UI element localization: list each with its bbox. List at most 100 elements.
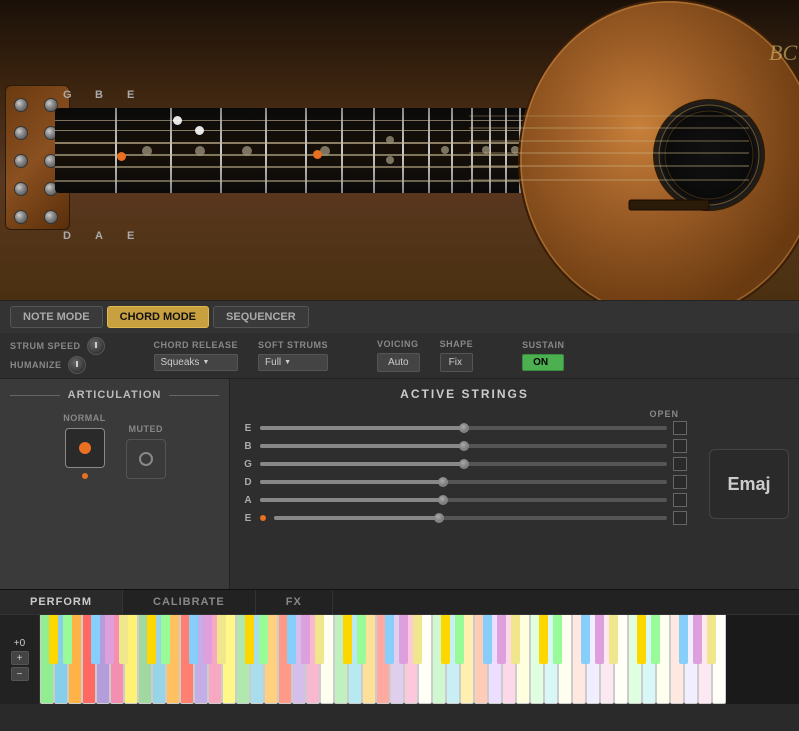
g-string-slider[interactable]: [260, 462, 667, 466]
piano-black-key[interactable]: [203, 615, 212, 664]
normal-dot-icon: [79, 442, 91, 454]
tuning-peg[interactable]: [14, 98, 28, 112]
string-name-b: B: [242, 441, 254, 452]
chord-mode-button[interactable]: CHORD MODE: [107, 306, 209, 328]
piano-black-key[interactable]: [287, 615, 296, 664]
piano-black-key[interactable]: [399, 615, 408, 664]
piano-black-key[interactable]: [161, 615, 170, 664]
e-string-checkbox[interactable]: [673, 421, 687, 435]
piano-black-key[interactable]: [217, 615, 226, 664]
d-string-slider[interactable]: [260, 480, 667, 484]
tuning-peg[interactable]: [14, 210, 28, 224]
piano-black-key[interactable]: [581, 615, 590, 664]
calibrate-tab[interactable]: CALIBRATE: [123, 590, 256, 614]
piano-black-key[interactable]: [553, 615, 562, 664]
slider-thumb: [459, 441, 469, 451]
active-strings-title: ACTIVE STRINGS: [242, 387, 687, 401]
note-dot: [195, 126, 204, 135]
piano-black-key[interactable]: [441, 615, 450, 664]
piano-black-key[interactable]: [651, 615, 660, 664]
b-string-slider[interactable]: [260, 444, 667, 448]
piano-black-key[interactable]: [539, 615, 548, 664]
piano-black-key[interactable]: [245, 615, 254, 664]
piano-black-key[interactable]: [147, 615, 156, 664]
piano-area: +0 + −: [0, 614, 799, 704]
sustain-toggle[interactable]: ON: [522, 354, 564, 371]
note-mode-button[interactable]: NOTE MODE: [10, 306, 103, 328]
normal-label: NORMAL: [63, 413, 106, 423]
slider-thumb: [438, 477, 448, 487]
piano-black-key[interactable]: [105, 615, 114, 664]
piano-black-key[interactable]: [413, 615, 422, 664]
a-string-slider[interactable]: [260, 498, 667, 502]
open-label: OPEN: [649, 409, 679, 419]
piano-black-key[interactable]: [189, 615, 198, 664]
octave-up-button[interactable]: +: [11, 651, 29, 665]
fret-inlay: [386, 136, 394, 144]
piano-black-key[interactable]: [609, 615, 618, 664]
string-row-d: D: [242, 475, 687, 489]
tuning-peg[interactable]: [14, 182, 28, 196]
slider-thumb: [459, 459, 469, 469]
piano-black-key[interactable]: [511, 615, 520, 664]
piano-black-key[interactable]: [483, 615, 492, 664]
g-string-checkbox[interactable]: [673, 457, 687, 471]
perform-tab[interactable]: PERFORM: [0, 590, 123, 614]
chord-release-dropdown[interactable]: Squeaks: [154, 354, 239, 371]
fx-tab[interactable]: FX: [256, 590, 333, 614]
soft-strums-dropdown[interactable]: Full: [258, 354, 328, 371]
piano-black-key[interactable]: [49, 615, 58, 664]
string-label-b: B: [95, 89, 103, 101]
humanize-knob[interactable]: [68, 356, 86, 374]
params-row: STRUM SPEED HUMANIZE CHORD RELEASE Squea…: [0, 333, 799, 379]
tuning-peg[interactable]: [44, 210, 58, 224]
piano-black-key[interactable]: [595, 615, 604, 664]
piano-black-key[interactable]: [497, 615, 506, 664]
sequencer-button[interactable]: SEQUENCER: [213, 306, 309, 328]
b-string-checkbox[interactable]: [673, 439, 687, 453]
piano-black-key[interactable]: [693, 615, 702, 664]
piano-black-key[interactable]: [259, 615, 268, 664]
chord-display: Emaj: [699, 379, 799, 589]
voicing-button[interactable]: Auto: [377, 353, 420, 372]
shape-group: SHAPE Fix: [440, 339, 474, 372]
piano-black-key[interactable]: [343, 615, 352, 664]
piano-black-key[interactable]: [455, 615, 464, 664]
piano-keys[interactable]: [40, 615, 799, 704]
tuning-peg[interactable]: [14, 154, 28, 168]
mode-buttons-row: NOTE MODE CHORD MODE SEQUENCER: [0, 300, 799, 333]
piano-black-key[interactable]: [385, 615, 394, 664]
string-row-e-high: E: [242, 421, 687, 435]
a-string-checkbox[interactable]: [673, 493, 687, 507]
piano-black-key[interactable]: [91, 615, 100, 664]
strum-speed-knob[interactable]: [87, 337, 105, 355]
strum-speed-group: STRUM SPEED HUMANIZE: [10, 337, 105, 374]
piano-black-key[interactable]: [707, 615, 716, 664]
e-string-slider[interactable]: [260, 426, 667, 430]
slider-thumb: [438, 495, 448, 505]
muted-button[interactable]: [126, 439, 166, 479]
sustain-label: SUSTAIN: [522, 340, 564, 350]
e-low-string-slider[interactable]: [274, 516, 667, 520]
piano-black-key[interactable]: [63, 615, 72, 664]
note-dot: [117, 152, 126, 161]
string-name-e-low: E: [242, 513, 254, 524]
shape-value: Fix: [440, 353, 474, 372]
d-string-checkbox[interactable]: [673, 475, 687, 489]
piano-black-key[interactable]: [119, 615, 128, 664]
piano-black-key[interactable]: [357, 615, 366, 664]
normal-button[interactable]: [65, 428, 105, 468]
tuning-peg[interactable]: [14, 126, 28, 140]
slider-thumb: [459, 423, 469, 433]
fret-inlay: [242, 146, 252, 156]
octave-down-button[interactable]: −: [11, 667, 29, 681]
e-low-string-checkbox[interactable]: [673, 511, 687, 525]
piano-controls: +0 + −: [0, 615, 40, 704]
articulation-buttons: NORMAL MUTED: [63, 413, 166, 479]
piano-black-key[interactable]: [301, 615, 310, 664]
fret-inlay: [441, 146, 449, 154]
piano-black-key[interactable]: [315, 615, 324, 664]
piano-black-key[interactable]: [637, 615, 646, 664]
slider-fill: [260, 426, 464, 430]
piano-black-key[interactable]: [679, 615, 688, 664]
